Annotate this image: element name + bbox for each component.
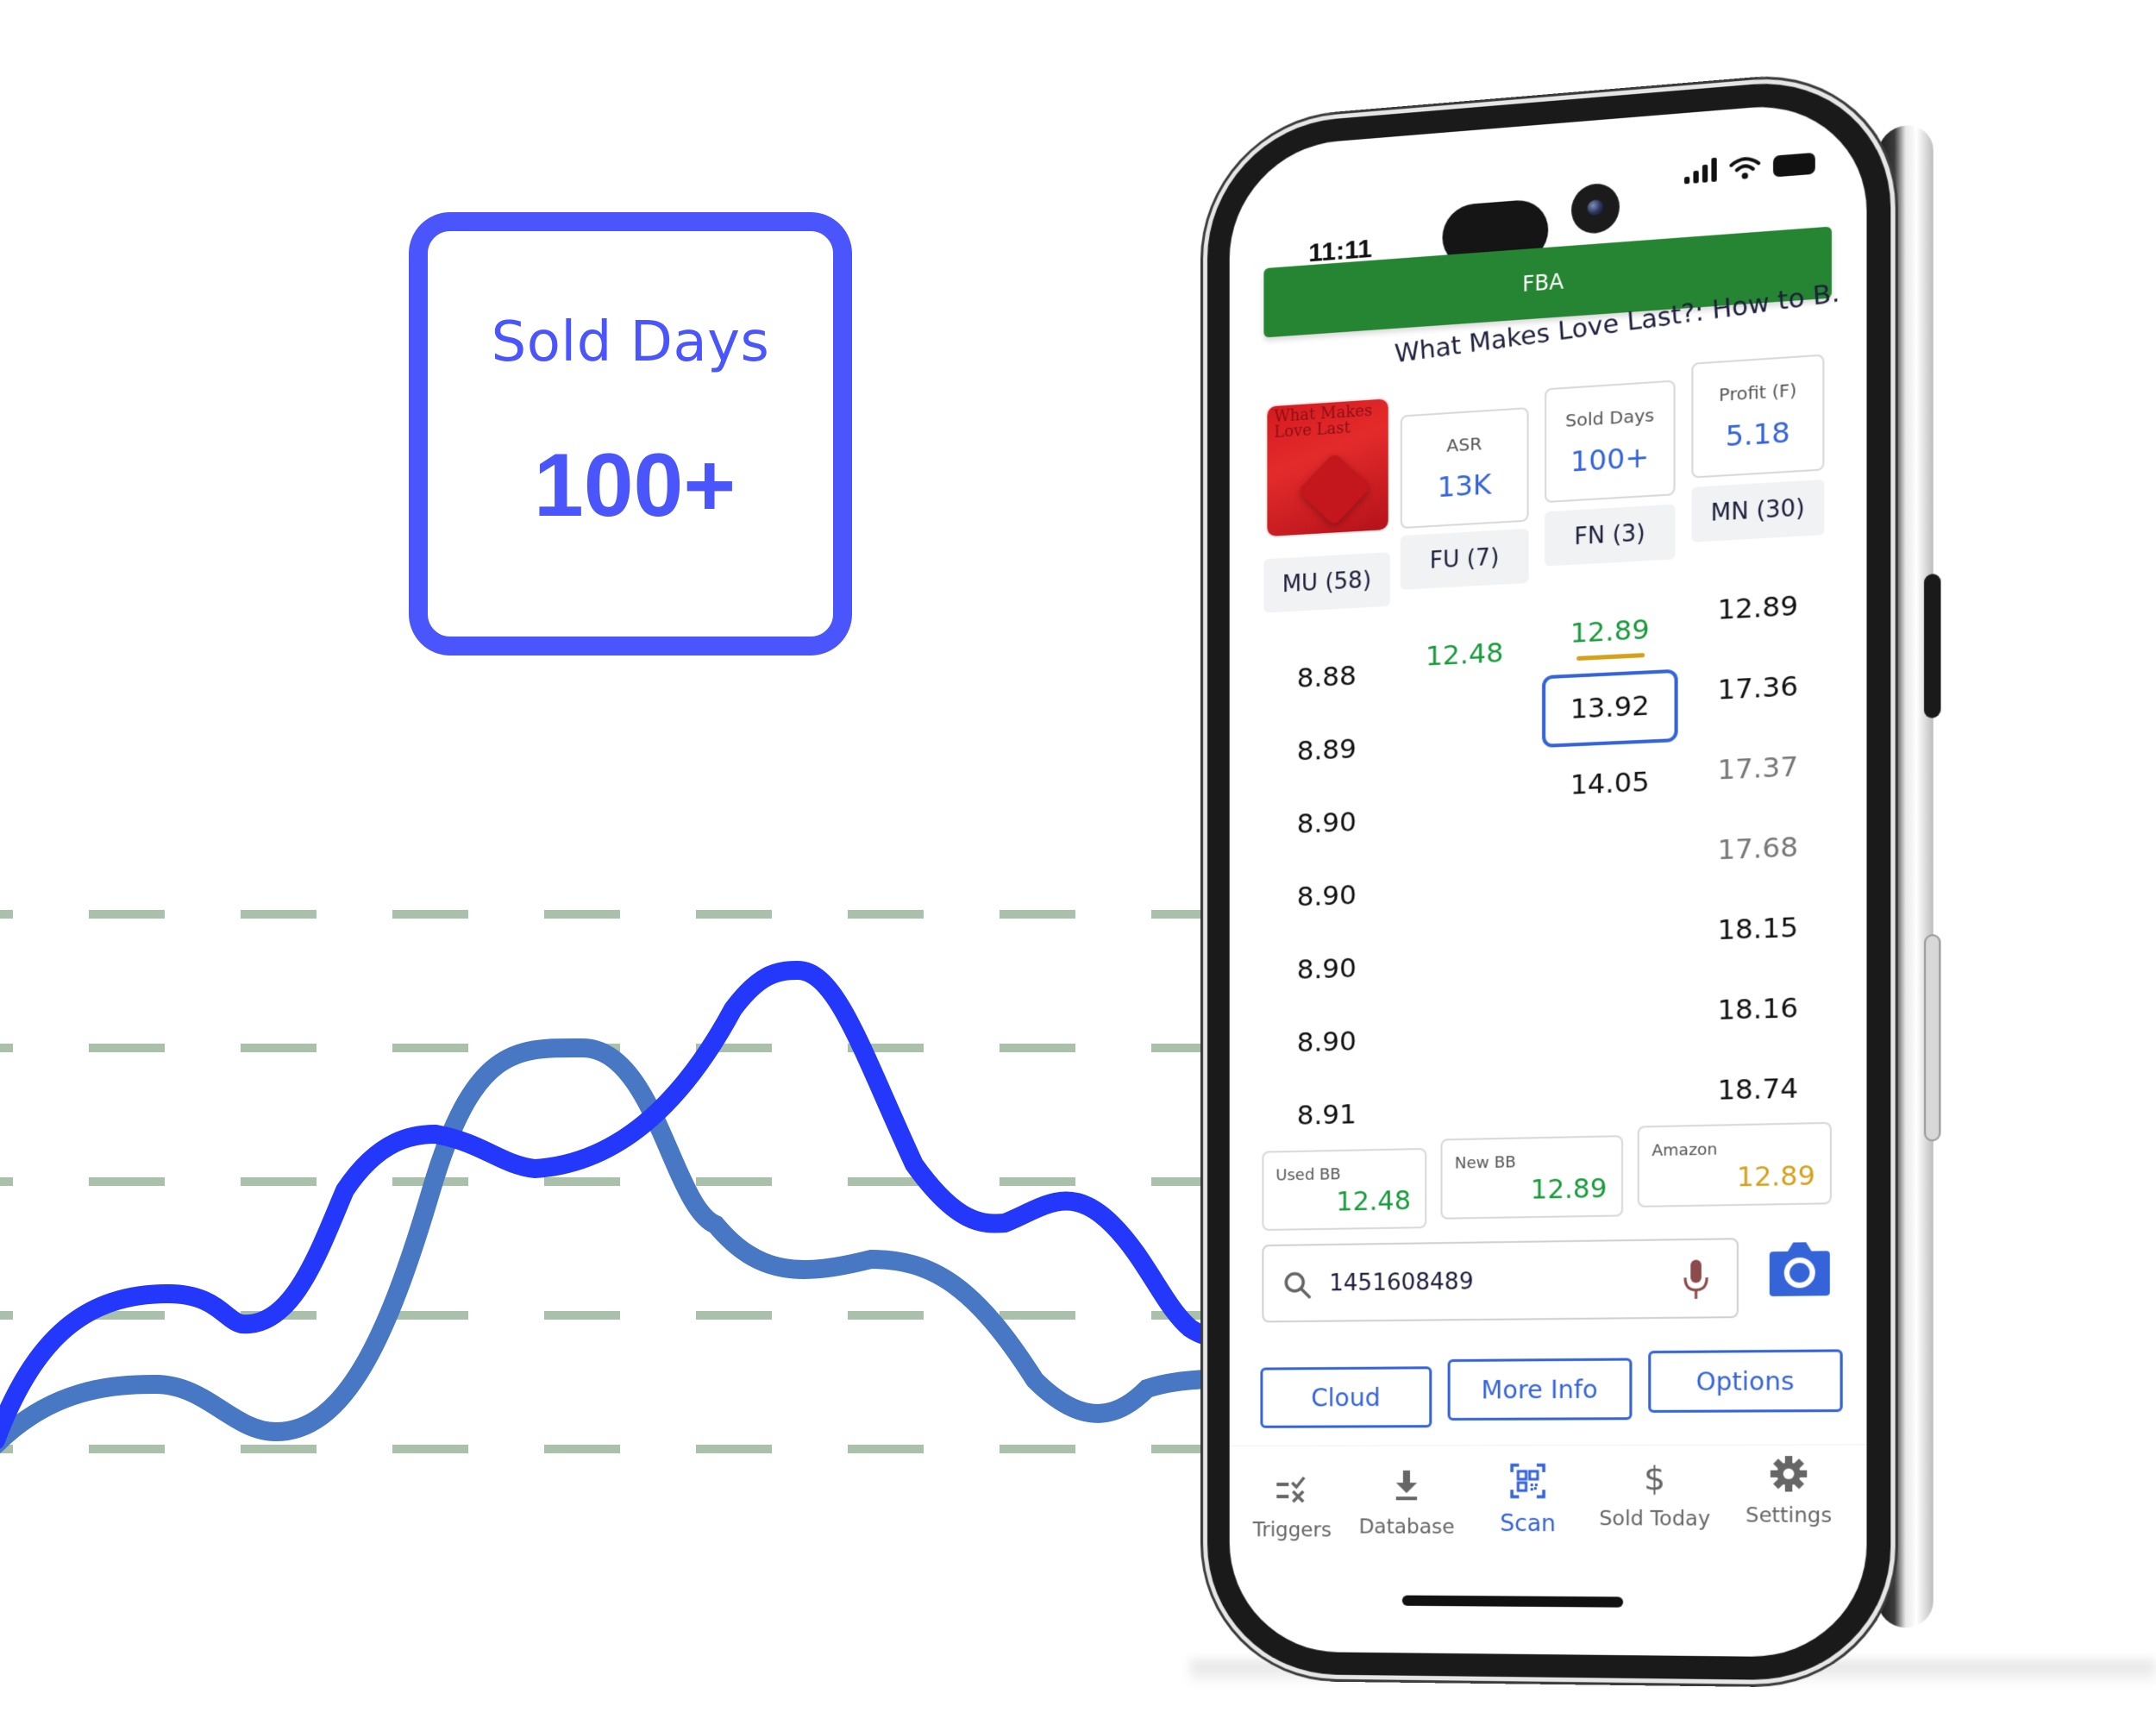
feature-card-label: Sold Days (491, 310, 770, 374)
tab-database[interactable]: Database (1350, 1467, 1463, 1539)
price-mu[interactable]: 8.90 (1263, 1025, 1389, 1059)
used-buybox: Used BB 12.48 (1262, 1147, 1427, 1232)
wifi-icon (1729, 155, 1760, 179)
stat-asr: ASR 13K (1400, 407, 1529, 530)
gear-icon (1770, 1456, 1808, 1492)
price-mu[interactable]: 8.89 (1263, 731, 1389, 768)
qr-scan-icon (1508, 1462, 1547, 1501)
column-header-mu[interactable]: MU (58) (1263, 552, 1390, 613)
tab-label: Sold Today (1599, 1507, 1711, 1531)
price-mn[interactable]: 17.68 (1691, 831, 1824, 868)
bottom-tab-bar: Triggers Database Scan $ Sold Today Sett… (1229, 1444, 1867, 1579)
phone-frame: 11:11 FBA What Makes Love Last?: How to … (1207, 72, 1891, 1682)
signal-icon (1683, 157, 1717, 185)
triggers-icon (1273, 1471, 1311, 1509)
microphone-icon[interactable] (1683, 1258, 1709, 1302)
new-buybox: New BB 12.89 (1440, 1135, 1624, 1220)
stat-value: 5.18 (1725, 415, 1790, 454)
tab-label: Triggers (1252, 1519, 1332, 1542)
front-camera (1571, 181, 1620, 235)
stat-sold-days: Sold Days 100+ (1545, 380, 1676, 504)
price-mu[interactable]: 8.90 (1263, 878, 1389, 913)
phone-screen: 11:11 FBA What Makes Love Last?: How to … (1229, 97, 1867, 1659)
decorative-line-chart (0, 910, 1216, 1453)
stat-label: ASR (1446, 432, 1482, 456)
series-line-2 (0, 1038, 1216, 1453)
sold-days-feature-card: Sold Days 100+ (409, 212, 852, 656)
svg-text:$: $ (1644, 1458, 1665, 1496)
phone-side-button (1924, 933, 1941, 1142)
cover-heart-graphic (1297, 452, 1371, 526)
fba-mode-label: FBA (1522, 269, 1564, 298)
price-mn[interactable]: 17.36 (1691, 669, 1824, 707)
status-icons (1683, 147, 1815, 185)
price-fu[interactable]: 12.48 (1401, 636, 1529, 674)
stat-value: 13K (1437, 467, 1492, 505)
tab-settings[interactable]: Settings (1729, 1454, 1848, 1527)
tab-label: Database (1358, 1515, 1455, 1540)
stat-value: 100+ (1570, 440, 1650, 479)
buybox-underline (1576, 653, 1645, 662)
camera-scan-button[interactable] (1768, 1239, 1832, 1298)
tab-scan[interactable]: Scan (1470, 1462, 1585, 1538)
price-mn[interactable]: 18.16 (1691, 991, 1824, 1026)
more-info-button[interactable]: More Info (1447, 1358, 1633, 1421)
buybox-value: 12.48 (1336, 1185, 1411, 1218)
tab-label: Scan (1500, 1510, 1557, 1538)
product-cover-image[interactable]: What Makes Love Last (1267, 398, 1388, 537)
stat-label: Profit (F) (1719, 379, 1797, 406)
phone-side-button (1924, 573, 1941, 718)
cover-title: What Makes Love Last (1274, 401, 1373, 442)
amazon-price: Amazon 12.89 (1637, 1121, 1832, 1208)
column-header-fu[interactable]: FU (7) (1400, 528, 1529, 590)
price-mn[interactable]: 18.15 (1691, 911, 1824, 947)
price-fn-selected[interactable]: 13.92 (1545, 688, 1675, 726)
buybox-label: Used BB (1275, 1165, 1341, 1185)
phone-mockup: 11:11 FBA What Makes Love Last?: How to … (1207, 72, 1941, 1682)
cloud-button[interactable]: Cloud (1260, 1366, 1432, 1428)
price-mu[interactable]: 8.90 (1263, 951, 1389, 987)
download-icon (1395, 1470, 1418, 1501)
isbn-search-field[interactable] (1262, 1238, 1739, 1323)
price-fn[interactable]: 12.89 (1545, 612, 1675, 651)
isbn-search-input[interactable] (1329, 1260, 1647, 1303)
stat-label: Sold Days (1565, 404, 1655, 431)
price-fn[interactable]: 14.05 (1545, 765, 1675, 802)
battery-icon (1773, 152, 1815, 178)
price-mu[interactable]: 8.91 (1263, 1098, 1389, 1132)
search-icon (1282, 1270, 1312, 1300)
price-mn[interactable]: 12.89 (1691, 588, 1824, 627)
tab-label: Settings (1745, 1503, 1833, 1528)
tab-sold-today[interactable]: $ Sold Today (1596, 1458, 1714, 1531)
column-header-fn[interactable]: FN (3) (1545, 504, 1676, 567)
buybox-label: Amazon (1651, 1140, 1718, 1161)
price-mn[interactable]: 18.74 (1691, 1072, 1824, 1107)
price-mn[interactable]: 17.37 (1691, 750, 1824, 787)
tab-triggers[interactable]: Triggers (1237, 1471, 1349, 1542)
home-indicator[interactable] (1401, 1595, 1624, 1608)
price-mu[interactable]: 8.88 (1263, 658, 1389, 695)
buybox-label: New BB (1454, 1152, 1516, 1173)
dollar-icon: $ (1644, 1458, 1665, 1496)
stat-profit: Profit (F) 5.18 (1691, 354, 1825, 479)
buybox-value: 12.89 (1530, 1173, 1608, 1206)
feature-card-value: 100+ (533, 436, 736, 536)
buybox-value: 12.89 (1736, 1160, 1815, 1194)
options-button[interactable]: Options (1648, 1349, 1843, 1413)
price-mu[interactable]: 8.90 (1263, 805, 1389, 841)
column-header-mn[interactable]: MN (30) (1691, 479, 1825, 543)
